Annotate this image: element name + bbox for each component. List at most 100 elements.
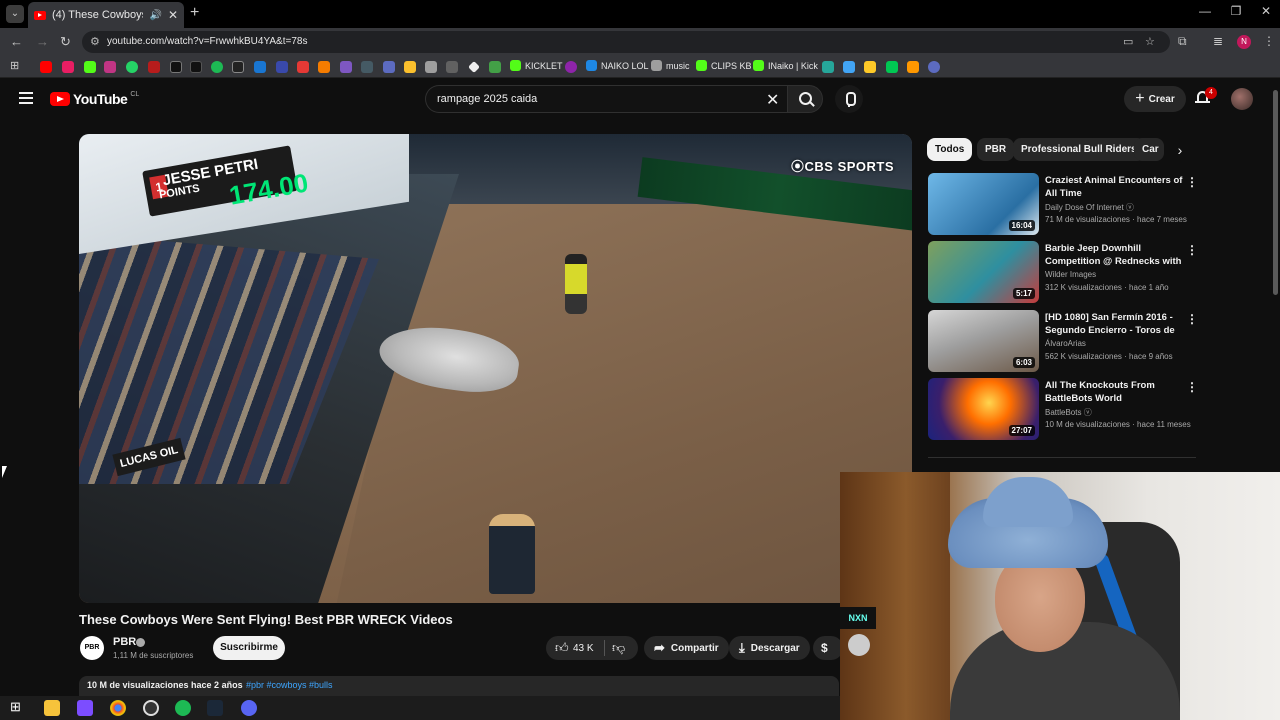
cast-icon[interactable]: ▭ bbox=[1123, 35, 1133, 48]
bookmark-icon[interactable] bbox=[489, 61, 501, 73]
bookmark-icon[interactable] bbox=[843, 61, 855, 73]
bookmark-icon[interactable] bbox=[468, 61, 480, 73]
bookmark-icon[interactable] bbox=[864, 61, 876, 73]
bookmark-star-icon[interactable]: ☆ bbox=[1145, 35, 1155, 48]
bookmark-icon[interactable] bbox=[254, 61, 266, 73]
back-arrow-icon[interactable]: ← bbox=[10, 34, 23, 49]
forward-arrow-icon[interactable]: → bbox=[36, 34, 49, 49]
bookmark-icon[interactable] bbox=[404, 61, 416, 73]
site-info-icon[interactable]: ⚙ bbox=[90, 35, 104, 49]
video-hashtags[interactable]: #pbr #cowboys #bulls bbox=[246, 680, 333, 690]
youtube-logo[interactable]: YouTube CL bbox=[50, 91, 139, 107]
bookmark-whatsapp-icon[interactable] bbox=[126, 61, 138, 73]
bookmark-instagram-icon[interactable] bbox=[104, 61, 116, 73]
video-thumbnail[interactable]: 16:04 bbox=[928, 173, 1039, 235]
more-actions-icon[interactable]: ⋮ bbox=[1186, 175, 1198, 189]
channel-name[interactable]: Wilder Images bbox=[1045, 270, 1096, 279]
restore-window-icon[interactable]: ❐ bbox=[1221, 4, 1251, 18]
chip-partial[interactable]: Car bbox=[1134, 138, 1164, 161]
bookmark-clips-kb[interactable]: CLIPS KB bbox=[696, 60, 752, 71]
bookmark-kicklet[interactable]: KICKLET bbox=[510, 60, 563, 71]
tab-search-icon[interactable]: ⌄ bbox=[6, 5, 24, 23]
bookmark-icon[interactable] bbox=[383, 61, 395, 73]
bookmark-naiko-lol[interactable]: NAIKO LOL bbox=[586, 60, 649, 71]
recommended-video[interactable]: 5:17 Barbie Jeep Downhill Competition @ … bbox=[928, 241, 1198, 305]
tab-close-icon[interactable]: ✕ bbox=[168, 8, 178, 22]
subscribe-button[interactable]: Suscribirme bbox=[213, 636, 285, 660]
reload-icon[interactable]: ↻ bbox=[60, 34, 71, 50]
channel-name[interactable]: ÁlvaroArias bbox=[1045, 339, 1086, 348]
bookmark-x-icon[interactable] bbox=[170, 61, 182, 73]
bookmark-icon[interactable] bbox=[886, 61, 898, 73]
address-bar[interactable]: ⚙ youtube.com/watch?v=FrwwhkBU4YA&t=78s … bbox=[82, 31, 1170, 53]
discord-icon[interactable] bbox=[241, 700, 257, 716]
bookmark-icon[interactable] bbox=[232, 61, 244, 73]
new-tab-button[interactable]: + bbox=[190, 4, 199, 22]
channel-name[interactable]: PBR bbox=[113, 636, 136, 648]
clear-search-icon[interactable]: ✕ bbox=[766, 90, 779, 110]
video-player[interactable]: 1 JESSE PETRI POINTS 174.00 ⦿CBS SPORTS … bbox=[79, 134, 912, 603]
chevron-right-icon[interactable]: › bbox=[1170, 140, 1190, 160]
page-scrollbar[interactable] bbox=[1273, 90, 1278, 295]
chip-todos[interactable]: Todos bbox=[927, 138, 973, 161]
chip-professional-bull-riders[interactable]: Professional Bull Riders bbox=[1013, 138, 1145, 161]
bookmark-youtube-icon[interactable] bbox=[40, 61, 52, 73]
thumbs-down-icon[interactable]: 👎︎ bbox=[612, 640, 625, 656]
bookmark-spotify-icon[interactable] bbox=[211, 61, 223, 73]
bookmark-icon[interactable] bbox=[907, 61, 919, 73]
recommended-video[interactable]: 27:07 All The Knockouts From BattleBots … bbox=[928, 378, 1198, 442]
video-title[interactable]: Craziest Animal Encounters of All Time bbox=[1045, 174, 1183, 200]
voice-search-microphone-icon[interactable] bbox=[835, 85, 863, 113]
channel-avatar[interactable]: PBR bbox=[80, 636, 104, 660]
bookmark-icon[interactable] bbox=[62, 61, 74, 73]
video-thumbnail[interactable]: 6:03 bbox=[928, 310, 1039, 372]
like-count[interactable]: 43 K bbox=[573, 643, 594, 654]
bookmark-icon[interactable] bbox=[340, 61, 352, 73]
chrome-icon[interactable] bbox=[110, 700, 126, 716]
bookmark-kick-icon[interactable] bbox=[84, 61, 96, 73]
apps-grid-icon[interactable]: ⊞ bbox=[10, 59, 22, 72]
share-button[interactable]: ➦ Compartir bbox=[644, 636, 729, 660]
steam-icon[interactable] bbox=[207, 700, 223, 716]
tab-audio-icon[interactable]: 🔊 bbox=[149, 10, 161, 21]
thumbs-up-icon[interactable]: 👍︎ bbox=[555, 640, 569, 656]
video-title[interactable]: Barbie Jeep Downhill Competition @ Redne… bbox=[1045, 242, 1183, 268]
profile-avatar[interactable]: N bbox=[1237, 35, 1251, 49]
obs-icon[interactable] bbox=[143, 700, 159, 716]
search-button[interactable] bbox=[787, 85, 823, 113]
video-title[interactable]: All The Knockouts From BattleBots World … bbox=[1045, 379, 1183, 405]
bookmark-icon[interactable] bbox=[276, 61, 288, 73]
video-thumbnail[interactable]: 27:07 bbox=[928, 378, 1039, 440]
description-box[interactable]: 10 M de visualizaciones hace 2 años #pbr… bbox=[79, 676, 839, 696]
app-icon[interactable] bbox=[77, 700, 93, 716]
more-actions-icon[interactable]: ⋮ bbox=[1186, 380, 1198, 394]
chip-pbr[interactable]: PBR bbox=[977, 138, 1015, 161]
bookmark-icon[interactable] bbox=[565, 61, 577, 73]
spotify-icon[interactable] bbox=[175, 700, 191, 716]
bookmark-tiktok-icon[interactable] bbox=[190, 61, 202, 73]
search-input[interactable]: rampage 2025 caida ✕ bbox=[425, 85, 787, 113]
channel-name[interactable]: BattleBots ⓥ bbox=[1045, 407, 1092, 418]
channel-name[interactable]: Daily Dose Of Internet ⓥ bbox=[1045, 202, 1134, 213]
hamburger-menu-icon[interactable] bbox=[19, 92, 33, 104]
bookmark-icon[interactable] bbox=[318, 61, 330, 73]
account-avatar[interactable] bbox=[1231, 88, 1253, 110]
more-actions-icon[interactable]: ⋮ bbox=[1186, 312, 1198, 326]
download-button[interactable]: ⤓ Descargar bbox=[729, 636, 810, 660]
create-button[interactable]: + Crear bbox=[1124, 86, 1186, 112]
recommended-video[interactable]: 16:04 Craziest Animal Encounters of All … bbox=[928, 173, 1198, 237]
video-title[interactable]: [HD 1080] San Fermín 2016 - Segundo Enci… bbox=[1045, 311, 1183, 337]
more-actions-icon[interactable]: ⋮ bbox=[1186, 243, 1198, 257]
bookmark-icon[interactable] bbox=[446, 61, 458, 73]
bookmark-icon[interactable] bbox=[928, 61, 940, 73]
recommended-video[interactable]: 6:03 [HD 1080] San Fermín 2016 - Segundo… bbox=[928, 310, 1198, 374]
extensions-icon[interactable]: ⧉ bbox=[1178, 34, 1187, 49]
close-window-icon[interactable]: ✕ bbox=[1251, 4, 1280, 18]
browser-tab-active[interactable]: (4) These Cowboys Were Se 🔊 ✕ bbox=[28, 2, 184, 28]
bookmark-icon[interactable] bbox=[148, 61, 160, 73]
bookmark-inaiko-kick[interactable]: INaiko | Kick bbox=[753, 60, 818, 71]
thanks-button[interactable]: $ bbox=[813, 636, 843, 660]
bookmark-icon[interactable] bbox=[297, 61, 309, 73]
video-thumbnail[interactable]: 5:17 bbox=[928, 241, 1039, 303]
bookmark-icon[interactable] bbox=[361, 61, 373, 73]
